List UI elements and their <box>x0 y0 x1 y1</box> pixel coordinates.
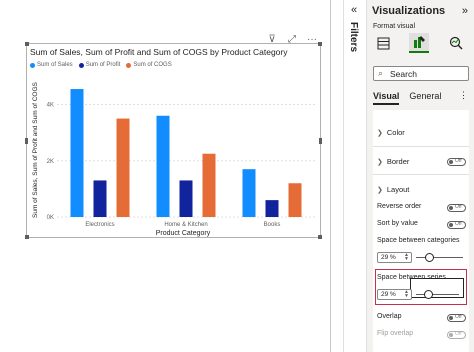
toggle-label: Off <box>455 204 462 210</box>
format-options: ❯ Color ❯ Border Off ❯ Layout Reverse or… <box>373 110 469 352</box>
y-axis-title: Sum of Sales, Sum of Profit and Sum of C… <box>32 82 39 218</box>
toggle-label: Off <box>455 314 462 320</box>
toggle-label: Off <box>455 331 462 337</box>
toggle-knob <box>449 206 453 210</box>
pane-title: Visualizations <box>372 5 446 17</box>
slider-thumb[interactable] <box>423 290 433 299</box>
y-tick-label: 4K <box>47 103 54 109</box>
section-label: Color <box>386 128 405 137</box>
border-toggle[interactable]: Off <box>447 158 466 166</box>
canvas-edge <box>330 0 331 352</box>
stepper-arrows-icon[interactable]: ▲ ▼ <box>404 290 409 299</box>
space-series-label: Space between series <box>377 274 446 281</box>
report-canvas: ⊽ ⤢ ··· Sum of Sales, Sum of Profit and … <box>0 0 343 352</box>
reverse-order-toggle[interactable]: Off <box>447 204 466 212</box>
analytics-icon[interactable] <box>446 33 466 53</box>
search-input[interactable] <box>390 68 466 80</box>
x-tick-label: Home & Kitchen <box>164 222 207 228</box>
section-color[interactable]: ❯ Color <box>377 128 405 137</box>
format-tabs: Visual General <box>373 91 441 105</box>
tab-general[interactable]: General <box>409 91 441 105</box>
format-visual-label: Format visual <box>373 23 416 30</box>
overlap-toggle[interactable]: Off <box>447 314 466 322</box>
bar[interactable] <box>265 200 279 217</box>
slider-track <box>416 294 459 295</box>
search-box[interactable]: ⌕ <box>373 66 469 81</box>
filters-label[interactable]: Filters <box>348 22 359 52</box>
pane-mode-icons <box>371 33 471 55</box>
input-value: 29 % <box>381 254 396 261</box>
space-series-slider[interactable] <box>416 290 459 299</box>
y-tick-label: 2K <box>47 159 54 165</box>
x-axis-title: Product Category <box>156 230 211 237</box>
bar[interactable] <box>288 183 302 217</box>
reverse-order-label: Reverse order <box>377 203 422 210</box>
format-visual-icon[interactable] <box>409 33 429 53</box>
tab-visual[interactable]: Visual <box>373 91 400 105</box>
section-label: Border <box>386 157 410 166</box>
section-border[interactable]: ❯ Border <box>377 157 409 166</box>
bar[interactable] <box>93 180 107 217</box>
input-value: 29 % <box>381 291 396 298</box>
stepper-arrows-icon[interactable]: ▲ ▼ <box>404 253 409 262</box>
collapse-pane-icon[interactable]: » <box>462 5 468 17</box>
chevron-right-icon: ❯ <box>377 158 383 166</box>
filters-pane-collapsed[interactable]: « Filters <box>343 0 366 352</box>
visualizations-pane: Visualizations » Format visual ⌕ Visual … <box>366 0 474 352</box>
bar[interactable] <box>70 89 84 217</box>
bar[interactable] <box>116 118 130 217</box>
build-visual-icon[interactable] <box>373 33 393 53</box>
slider-thumb[interactable] <box>425 253 435 262</box>
x-tick-label: Books <box>264 222 281 228</box>
overlap-label: Overlap <box>377 313 402 320</box>
sort-by-value-label: Sort by value <box>377 220 418 227</box>
bar[interactable] <box>202 153 216 217</box>
divider <box>373 146 469 147</box>
slider-track <box>416 257 463 258</box>
clustered-column-chart-visual[interactable]: ⊽ ⤢ ··· Sum of Sales, Sum of Profit and … <box>25 34 322 239</box>
expand-filters-icon[interactable]: « <box>351 4 357 16</box>
chevron-right-icon: ❯ <box>377 129 383 137</box>
chevron-down-icon: ❯ <box>377 186 383 194</box>
toggle-knob <box>449 160 453 164</box>
search-icon: ⌕ <box>378 68 384 78</box>
space-categories-slider[interactable] <box>416 253 463 262</box>
space-series-input[interactable]: 29 % ▲ ▼ <box>377 289 412 300</box>
bar[interactable] <box>156 115 170 217</box>
toggle-label: Off <box>455 158 462 164</box>
chart-plot: Sum of Sales, Sum of Profit and Sum of C… <box>32 82 315 237</box>
toggle-label: Off <box>455 221 462 227</box>
x-tick-label: Electronics <box>85 222 114 228</box>
bar[interactable] <box>179 180 193 217</box>
flip-overlap-toggle[interactable]: Off <box>447 331 466 339</box>
space-categories-input[interactable]: 29 % ▲ ▼ <box>377 252 412 263</box>
section-label: Layout <box>386 185 410 194</box>
flip-overlap-label: Flip overlap <box>377 330 414 337</box>
toggle-knob <box>449 223 453 227</box>
y-tick-label: 0K <box>47 215 54 221</box>
section-layout[interactable]: ❯ Layout <box>377 185 409 194</box>
toggle-knob <box>449 333 453 337</box>
bar[interactable] <box>242 169 256 217</box>
toggle-knob <box>449 316 453 320</box>
space-categories-label: Space between categories <box>377 237 460 244</box>
divider <box>373 174 469 175</box>
more-options-icon[interactable]: ⋮ <box>459 90 468 101</box>
sort-by-value-toggle[interactable]: Off <box>447 221 466 229</box>
